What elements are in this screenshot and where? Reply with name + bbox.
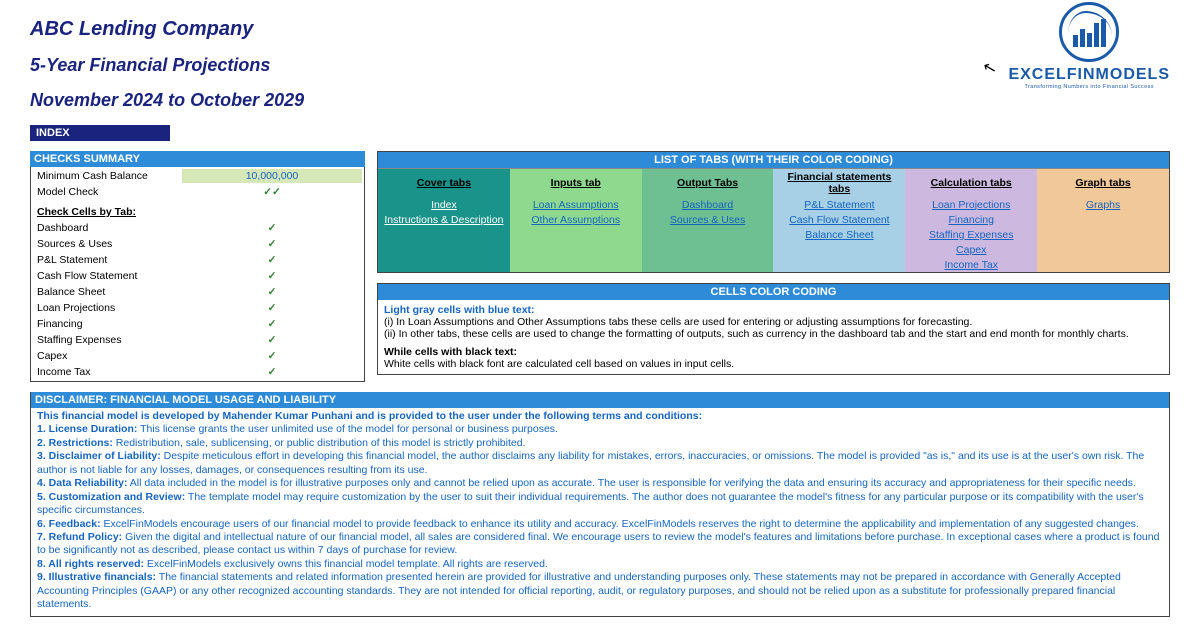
- disclaimer-item: 9. Illustrative financials: The financia…: [37, 571, 1163, 611]
- check-row-label: P&L Statement: [33, 253, 180, 267]
- disclaimer-item: 8. All rights reserved: ExcelFinModels e…: [37, 558, 1163, 571]
- check-row-label: Staffing Expenses: [33, 333, 180, 347]
- check-row-label: Cash Flow Statement: [33, 269, 180, 283]
- tab-link-loan-assumptions[interactable]: Loan Assumptions: [533, 199, 619, 211]
- check-row-tick: ✓: [182, 253, 362, 267]
- tab-link-graphs[interactable]: Graphs: [1086, 199, 1120, 211]
- check-row-label: Sources & Uses: [33, 237, 180, 251]
- tab-link-loan-projections[interactable]: Loan Projections: [932, 199, 1010, 211]
- check-row-tick: ✓: [182, 237, 362, 251]
- check-row-tick: ✓: [182, 333, 362, 347]
- disclaimer-item: 5. Customization and Review: The templat…: [37, 491, 1163, 518]
- check-cells-by-tab-label: Check Cells by Tab:: [33, 205, 362, 219]
- check-row-label: Capex: [33, 349, 180, 363]
- tabcol-header: Graph tabs: [1037, 169, 1169, 198]
- tab-link-instructions[interactable]: Instructions & Description: [384, 214, 503, 226]
- tab-link-cash-flow[interactable]: Cash Flow Statement: [789, 214, 889, 226]
- ccc-line1: Light gray cells with blue text:: [384, 304, 535, 316]
- tab-link-financing[interactable]: Financing: [948, 214, 994, 226]
- period-range: November 2024 to October 2029: [30, 90, 1170, 111]
- disclaimer-item: 6. Feedback: ExcelFinModels encourage us…: [37, 518, 1163, 531]
- check-row-tick: ✓: [182, 285, 362, 299]
- logo-tagline: Transforming Numbers into Financial Succ…: [1008, 84, 1170, 90]
- tabcol-header: Cover tabs: [378, 169, 510, 198]
- tab-link-index[interactable]: Index: [431, 199, 457, 211]
- tab-link-sources-uses[interactable]: Sources & Uses: [670, 214, 745, 226]
- disclaimer-header: DISCLAIMER: FINANCIAL MODEL USAGE AND LI…: [31, 392, 1169, 408]
- cells-color-coding-header: CELLS COLOR CODING: [377, 283, 1170, 300]
- tabcol-header: Output Tabs: [642, 169, 774, 198]
- tab-link-dashboard[interactable]: Dashboard: [682, 199, 733, 211]
- disclaimer-intro: This financial model is developed by Mah…: [37, 410, 1163, 423]
- check-row-label: Balance Sheet: [33, 285, 180, 299]
- min-cash-label: Minimum Cash Balance: [33, 169, 180, 183]
- list-of-tabs-table: Cover tabs Inputs tab Output Tabs Financ…: [378, 168, 1169, 272]
- check-row-tick: ✓: [182, 269, 362, 283]
- tab-link-staffing[interactable]: Staffing Expenses: [929, 229, 1013, 241]
- logo-text: EXCELFINMODELS: [1008, 66, 1170, 84]
- check-row-label: Loan Projections: [33, 301, 180, 315]
- ccc-line3: (ii) In other tabs, these cells are used…: [384, 328, 1163, 340]
- check-row-tick: ✓: [182, 349, 362, 363]
- tabcol-header: Financial statements tabs: [773, 169, 905, 198]
- check-row-label: Income Tax: [33, 365, 180, 379]
- check-row-tick: ✓: [182, 365, 362, 379]
- tab-link-capex[interactable]: Capex: [956, 244, 986, 256]
- company-name: ABC Lending Company: [30, 18, 1170, 41]
- tab-link-pl-statement[interactable]: P&L Statement: [804, 199, 874, 211]
- check-row-label: Financing: [33, 317, 180, 331]
- brand-logo: EXCELFINMODELS Transforming Numbers into…: [1008, 2, 1170, 90]
- disclaimer-item: 1. License Duration: This license grants…: [37, 423, 1163, 436]
- check-row-label: Dashboard: [33, 221, 180, 235]
- tabcol-header: Calculation tabs: [905, 169, 1037, 198]
- disclaimer-body: This financial model is developed by Mah…: [31, 408, 1169, 616]
- checks-summary-table: Minimum Cash Balance 10,000,000 Model Ch…: [30, 167, 365, 382]
- disclaimer-item: 7. Refund Policy: Given the digital and …: [37, 531, 1163, 558]
- disclaimer-item: 2. Restrictions: Redistribution, sale, s…: [37, 437, 1163, 450]
- page-title: 5-Year Financial Projections: [30, 55, 1170, 76]
- tab-link-other-assumptions[interactable]: Other Assumptions: [531, 214, 620, 226]
- tab-link-income-tax[interactable]: Income Tax: [944, 259, 998, 271]
- list-of-tabs-header: LIST OF TABS (WITH THEIR COLOR CODING): [377, 151, 1170, 168]
- ccc-line5: White cells with black font are calculat…: [384, 358, 1163, 370]
- min-cash-value: 10,000,000: [182, 169, 362, 183]
- cells-color-coding-body: Light gray cells with blue text: (i) In …: [377, 300, 1170, 375]
- check-row-tick: ✓: [182, 317, 362, 331]
- ccc-line2: (i) In Loan Assumptions and Other Assump…: [384, 316, 1163, 328]
- tab-link-balance-sheet[interactable]: Balance Sheet: [805, 229, 873, 241]
- checks-summary-header: CHECKS SUMMARY: [30, 151, 365, 167]
- logo-mark: [1059, 2, 1119, 62]
- ccc-line4: While cells with black text:: [384, 346, 517, 358]
- model-check-tick: ✓✓: [182, 185, 362, 199]
- model-check-label: Model Check: [33, 185, 180, 199]
- index-section-label: INDEX: [30, 125, 170, 141]
- tabcol-header: Inputs tab: [510, 169, 642, 198]
- disclaimer-item: 4. Data Reliability: All data included i…: [37, 477, 1163, 490]
- check-row-tick: ✓: [182, 301, 362, 315]
- disclaimer-item: 3. Disclaimer of Liability: Despite meti…: [37, 450, 1163, 477]
- check-row-tick: ✓: [182, 221, 362, 235]
